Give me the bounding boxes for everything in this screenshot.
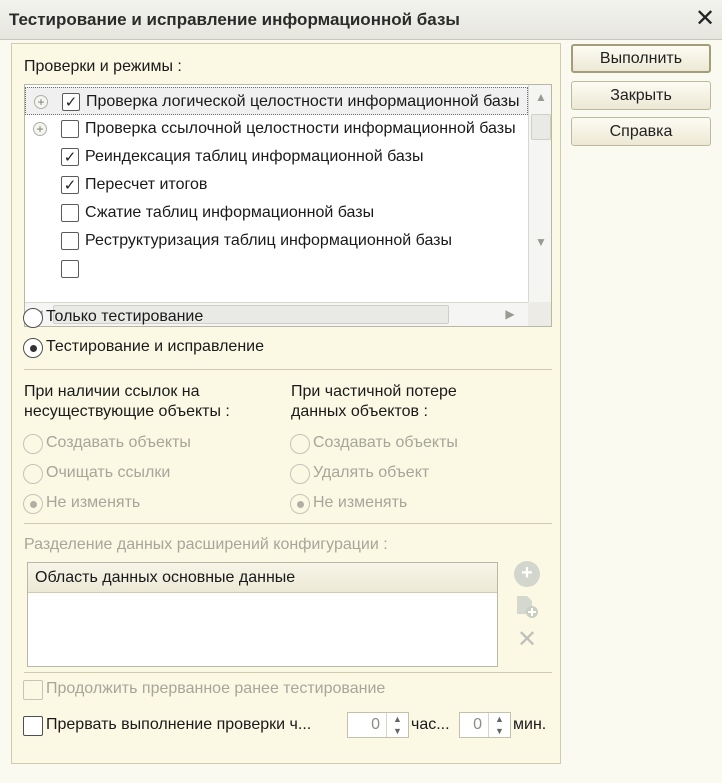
- divider: [24, 523, 552, 524]
- list-item[interactable]: ✓ Пересчет итогов: [25, 171, 528, 199]
- list-item[interactable]: ✓ Реиндексация таблиц информационной баз…: [25, 143, 528, 171]
- partial-loss-create-radio[interactable]: [290, 434, 310, 454]
- minutes-stepper[interactable]: 0 ▲ ▼: [459, 712, 511, 738]
- test-only-radio[interactable]: [23, 308, 43, 328]
- plus-circle-icon[interactable]: +: [33, 122, 47, 136]
- stepper-up-icon[interactable]: ▲: [387, 713, 408, 725]
- radio-label: Не изменять: [46, 494, 141, 511]
- stepper-arrows[interactable]: ▲ ▼: [386, 713, 408, 737]
- test-only-label: Только тестирование: [46, 308, 204, 325]
- interrupt-checkbox[interactable]: [23, 716, 43, 736]
- partial-loss-label-line: При частичной потере: [291, 383, 457, 400]
- run-button[interactable]: Выполнить: [571, 44, 711, 73]
- extensions-table[interactable]: Область данных основные данные: [27, 562, 498, 667]
- stepper-up-icon[interactable]: ▲: [489, 713, 510, 725]
- partial-loss-label-line: данных объектов :: [291, 403, 428, 420]
- checks-label: Проверки и режимы :: [24, 58, 182, 75]
- divider: [24, 369, 552, 370]
- minutes-value: 0: [473, 716, 482, 733]
- continue-label: Продолжить прерванное ранее тестирование: [46, 680, 386, 697]
- checks-list[interactable]: + ✓ Проверка логической целостности инфо…: [24, 84, 552, 327]
- test-and-fix-label: Тестирование и исправление: [46, 338, 264, 355]
- vertical-scrollbar[interactable]: ▲ ▼: [528, 85, 551, 302]
- test-and-fix-radio[interactable]: [23, 338, 43, 358]
- check-checkbox[interactable]: [61, 120, 79, 138]
- missing-refs-label: При наличии ссылок на несуществующие объ…: [24, 382, 230, 422]
- scroll-up-icon[interactable]: ▲: [530, 86, 551, 108]
- list-item[interactable]: + Проверка ссылочной целостности информа…: [25, 115, 528, 143]
- radio-label: Создавать объекты: [46, 434, 191, 451]
- stepper-down-icon[interactable]: ▼: [489, 725, 510, 737]
- settings-panel: Проверки и режимы : + ✓ Проверка логичес…: [11, 43, 561, 764]
- list-item-label: Проверка ссылочной целостности информаци…: [85, 120, 516, 137]
- radio-label: Очищать ссылки: [46, 464, 171, 481]
- scroll-right-icon[interactable]: ▶: [499, 303, 521, 325]
- check-checkbox[interactable]: [61, 232, 79, 250]
- scroll-thumb[interactable]: [531, 114, 551, 140]
- stepper-arrows[interactable]: ▲ ▼: [488, 713, 510, 737]
- list-item[interactable]: [25, 255, 528, 283]
- partial-loss-label: При частичной потере данных объектов :: [291, 382, 457, 422]
- minutes-unit: мин.: [513, 716, 547, 733]
- scroll-corner: [528, 302, 551, 326]
- list-item-label: Реиндексация таблиц информационной базы: [85, 148, 424, 165]
- list-item-label: Реструктуризация таблиц информационной б…: [85, 232, 453, 249]
- missing-refs-keep-radio[interactable]: [23, 494, 43, 514]
- radio-label: Не изменять: [313, 494, 408, 511]
- plus-circle-icon[interactable]: +: [34, 95, 48, 109]
- window-title: Тестирование и исправление информационно…: [9, 10, 460, 29]
- table-header: Область данных основные данные: [28, 563, 497, 593]
- partial-loss-keep-radio[interactable]: [290, 494, 310, 514]
- close-icon: ✕: [694, 5, 716, 32]
- close-button[interactable]: Закрыть: [571, 81, 711, 110]
- check-checkbox[interactable]: ✓: [62, 93, 80, 111]
- extensions-label: Разделение данных расширений конфигураци…: [24, 536, 388, 553]
- hours-stepper[interactable]: 0 ▲ ▼: [347, 712, 409, 738]
- partial-loss-delete-radio[interactable]: [290, 464, 310, 484]
- list-item-label: Пересчет итогов: [85, 176, 208, 193]
- hours-unit: час...: [411, 716, 450, 733]
- check-checkbox[interactable]: [61, 260, 79, 278]
- add-circle-icon[interactable]: +: [514, 561, 540, 587]
- stepper-down-icon[interactable]: ▼: [387, 725, 408, 737]
- add-document-icon[interactable]: [514, 594, 540, 620]
- divider: [24, 672, 552, 673]
- scroll-down-icon[interactable]: ▼: [530, 231, 551, 253]
- check-checkbox[interactable]: ✓: [61, 176, 79, 194]
- list-item-label: Сжатие таблиц информационной базы: [85, 204, 375, 221]
- check-checkbox[interactable]: ✓: [61, 148, 79, 166]
- radio-label: Удалять объект: [313, 464, 430, 481]
- interrupt-label: Прервать выполнение проверки ч...: [46, 716, 312, 733]
- list-item[interactable]: Реструктуризация таблиц информационной б…: [25, 227, 528, 255]
- continue-checkbox[interactable]: [23, 680, 43, 700]
- close-window-button[interactable]: ✕: [692, 6, 718, 32]
- missing-refs-label-line: При наличии ссылок на: [24, 383, 200, 400]
- missing-refs-clear-radio[interactable]: [23, 464, 43, 484]
- radio-label: Создавать объекты: [313, 434, 458, 451]
- list-item[interactable]: Сжатие таблиц информационной базы: [25, 199, 528, 227]
- check-checkbox[interactable]: [61, 204, 79, 222]
- title-bar: Тестирование и исправление информационно…: [0, 0, 722, 40]
- delete-cross-icon[interactable]: ✕: [514, 627, 540, 653]
- help-button[interactable]: Справка: [571, 117, 711, 146]
- list-item[interactable]: + ✓ Проверка логической целостности инфо…: [25, 87, 528, 115]
- hours-value: 0: [371, 716, 380, 733]
- list-item-label: Проверка логической целостности информац…: [86, 93, 520, 110]
- missing-refs-label-line: несуществующие объекты :: [24, 403, 230, 420]
- missing-refs-create-radio[interactable]: [23, 434, 43, 454]
